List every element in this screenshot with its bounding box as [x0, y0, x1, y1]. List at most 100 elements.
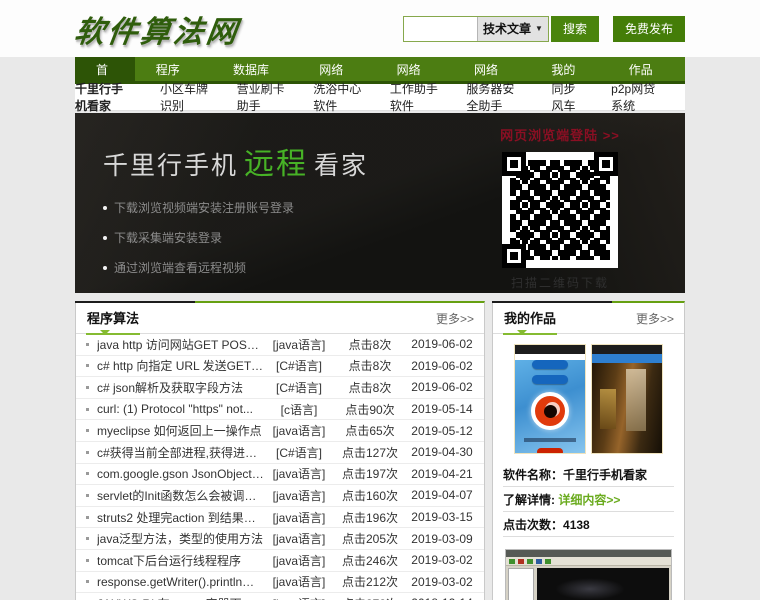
bullet-dot-icon — [103, 265, 107, 270]
article-title-link[interactable]: tomcat下后台运行线程程序 — [97, 552, 264, 569]
subnav-item-p2p-loan[interactable]: p2p网贷系统 — [611, 80, 659, 114]
subnav-item-plate-recognize[interactable]: 小区车牌识别 — [160, 80, 211, 114]
nav-item-database[interactable]: 数据库知识 — [212, 57, 298, 104]
site-logo[interactable]: 软件算法网 — [72, 7, 243, 51]
article-row: c#获得当前全部进程,获得进程路径 [C#语言] 点击127次 2019-04-… — [76, 442, 484, 464]
article-clicks: 点击373次 — [334, 595, 406, 600]
article-title-link[interactable]: c# http 向指定 URL 发送GET POST方法的请... — [97, 357, 264, 374]
camera-view-screenshot[interactable] — [591, 344, 663, 454]
free-publish-button[interactable]: 免费发布 — [612, 15, 685, 42]
bullet-dot-icon — [86, 472, 89, 476]
article-row: java http 访问网站GET POST请求，上传的方法... [java语… — [76, 334, 484, 356]
subnav-item-phone-guard[interactable]: 千里行手机看家 — [75, 80, 134, 114]
bullet-dot-icon — [86, 342, 89, 346]
works-more-link[interactable]: 更多>> — [636, 310, 674, 327]
articles-section: 程序算法 更多>> java http 访问网站GET POST请求，上传的方法… — [75, 301, 485, 600]
article-title-link[interactable]: struts2 处理完action 到结果页url不会变的原... — [97, 509, 264, 526]
article-tag: [java语言] — [272, 510, 326, 525]
work-detail-line: 了解详情: 详细内容>> — [503, 487, 674, 512]
hero-banner: 千里行手机 远程 看家 下载浏览视频端安装注册账号登录 下载采集端安装登录 通过浏览… — [75, 113, 685, 293]
article-title-link[interactable]: java http 访问网站GET POST请求，上传的方法... — [97, 336, 264, 353]
article-list: java http 访问网站GET POST请求，上传的方法... [java语… — [76, 334, 484, 600]
article-row: response.getWriter().println与o... [java语… — [76, 572, 484, 594]
article-date: 2019-05-14 — [411, 402, 473, 417]
subnav-item-card-assistant[interactable]: 营业刷卡助手 — [237, 80, 288, 114]
nav-item-works-gallery[interactable]: 作品展示 — [608, 57, 685, 104]
work-clicks-label: 点击次数： — [503, 518, 564, 532]
work-name-line: 软件名称：千里行手机看家 — [503, 462, 674, 487]
banner-title-prefix: 千里行手机 — [103, 152, 239, 180]
article-row: c# http 向指定 URL 发送GET POST方法的请... [C#语言]… — [76, 356, 484, 378]
bullet-dot-icon — [86, 429, 89, 433]
articles-more-link[interactable]: 更多>> — [436, 310, 474, 327]
nav-item-network-code[interactable]: 网络代码 — [376, 57, 453, 104]
article-title-link[interactable]: curl: (1) Protocol "https" not... — [97, 402, 264, 416]
bullet-dot-icon — [86, 515, 89, 519]
bullet-dot-icon — [86, 558, 89, 562]
article-title-link[interactable]: myeclipse 如何返回上一操作点 — [97, 422, 264, 439]
web-browser-login-link[interactable]: 网页浏览端登陆 >> — [435, 125, 685, 144]
nav-item-my-works[interactable]: 我的作品 — [530, 57, 607, 104]
search-input[interactable] — [403, 17, 478, 40]
article-tag: [java语言] — [272, 337, 326, 352]
banner-bullet-text: 下载采集端安装登录 — [114, 231, 223, 245]
search-category-select[interactable]: 技术文章 ▼ — [477, 16, 548, 41]
phone-app-screenshot[interactable] — [514, 344, 586, 454]
camera-eye-icon — [531, 392, 569, 430]
article-tag: [java语言] — [272, 424, 326, 439]
work-detail-link[interactable]: 详细内容>> — [558, 493, 620, 507]
subnav-item-server-security[interactable]: 服务器安全助手 — [466, 80, 525, 114]
subnav-item-sync-windmill[interactable]: 同步风车 — [551, 80, 585, 114]
banner-bullet: 下载采集端安装登录 — [103, 229, 435, 246]
articles-title: 程序算法 — [86, 301, 141, 335]
subnav-item-bath-software[interactable]: 洗浴中心软件 — [313, 80, 364, 114]
banner-bullet-list: 下载浏览视频端安装注册账号登录 下载采集端安装登录 通过浏览端查看远程视频 — [103, 199, 435, 276]
article-tag: [java语言] — [272, 467, 326, 482]
article-clicks: 点击246次 — [341, 553, 399, 568]
work-card-plate-recognition: 软件名称：小区车牌识别系统... 了解详情: 详细内容>> — [493, 539, 684, 600]
article-date: 2018-12-14 — [406, 596, 478, 600]
article-row: struts2 处理完action 到结果页url不会变的原... [java语… — [76, 507, 484, 529]
banner-title-suffix: 看家 — [314, 152, 369, 180]
article-row: com.google.gson JsonObject 数组遍... [java语… — [76, 464, 484, 486]
article-date: 2019-03-09 — [411, 531, 473, 546]
article-date: 2019-03-02 — [411, 574, 473, 589]
desktop-app-screenshot[interactable] — [505, 549, 672, 600]
article-title-link[interactable]: JAXWS-RI 在tomcat容器下建立webservic... — [97, 595, 264, 600]
article-title-link[interactable]: response.getWriter().println与o... — [97, 573, 264, 590]
article-date: 2019-05-12 — [411, 423, 473, 438]
nav-item-network-promotion[interactable]: 网络推广 — [453, 57, 530, 104]
article-date: 2019-03-02 — [411, 553, 473, 568]
article-clicks: 点击65次 — [345, 424, 395, 439]
banner-title-highlight: 远程 — [244, 148, 309, 181]
article-title-link[interactable]: c#获得当前全部进程,获得进程路径 — [97, 444, 264, 461]
banner-right: 网页浏览端登陆 >> 扫描二维码下载 — [435, 113, 685, 293]
banner-bullet-text: 通过浏览端查看远程视频 — [114, 261, 247, 275]
works-section: 我的作品 更多>> 软件名称：千里行手机看家 了解详情: 详细内容>> 点击次数… — [492, 301, 685, 600]
article-date: 2019-06-02 — [411, 380, 473, 395]
article-title-link[interactable]: c# json解析及获取字段方法 — [97, 379, 264, 396]
nav-item-network-security[interactable]: 网络安全 — [298, 57, 375, 104]
subnav-item-work-assistant[interactable]: 工作助手软件 — [390, 80, 441, 114]
article-title-link[interactable]: servlet的Init函数怎么会被调用两次或者多次原因 — [97, 487, 264, 504]
qr-finder-icon — [502, 244, 526, 268]
subnav: 千里行手机看家 小区车牌识别 营业刷卡助手 洗浴中心软件 工作助手软件 服务器安… — [75, 82, 685, 113]
qr-caption: 扫描二维码下载 — [510, 276, 609, 290]
banner-left: 千里行手机 远程 看家 下载浏览视频端安装注册账号登录 下载采集端安装登录 通过浏览… — [75, 113, 435, 293]
work-name-value: 千里行手机看家 — [563, 468, 648, 482]
banner-bullet: 下载浏览视频端安装注册账号登录 — [103, 199, 435, 216]
search-area: 技术文章 ▼ 搜索 免费发布 — [402, 15, 685, 42]
nav-item-algorithms[interactable]: 程序算法 — [135, 57, 212, 104]
search-box: 技术文章 ▼ — [402, 15, 549, 42]
nav-item-home[interactable]: 首页 — [75, 57, 135, 104]
article-tag: [java语言] — [272, 575, 326, 590]
work-detail-label: 了解详情: — [503, 493, 555, 507]
article-tag: [C#语言] — [275, 380, 322, 395]
article-title-link[interactable]: java泛型方法，类型的使用方法 — [97, 530, 264, 547]
search-button[interactable]: 搜索 — [550, 15, 599, 42]
work-screenshots — [503, 342, 674, 462]
work-clicks-value: 4138 — [563, 518, 590, 532]
banner-title: 千里行手机 远程 看家 — [103, 139, 435, 183]
article-title-link[interactable]: com.google.gson JsonObject 数组遍... — [97, 465, 264, 482]
bullet-dot-icon — [86, 450, 89, 454]
